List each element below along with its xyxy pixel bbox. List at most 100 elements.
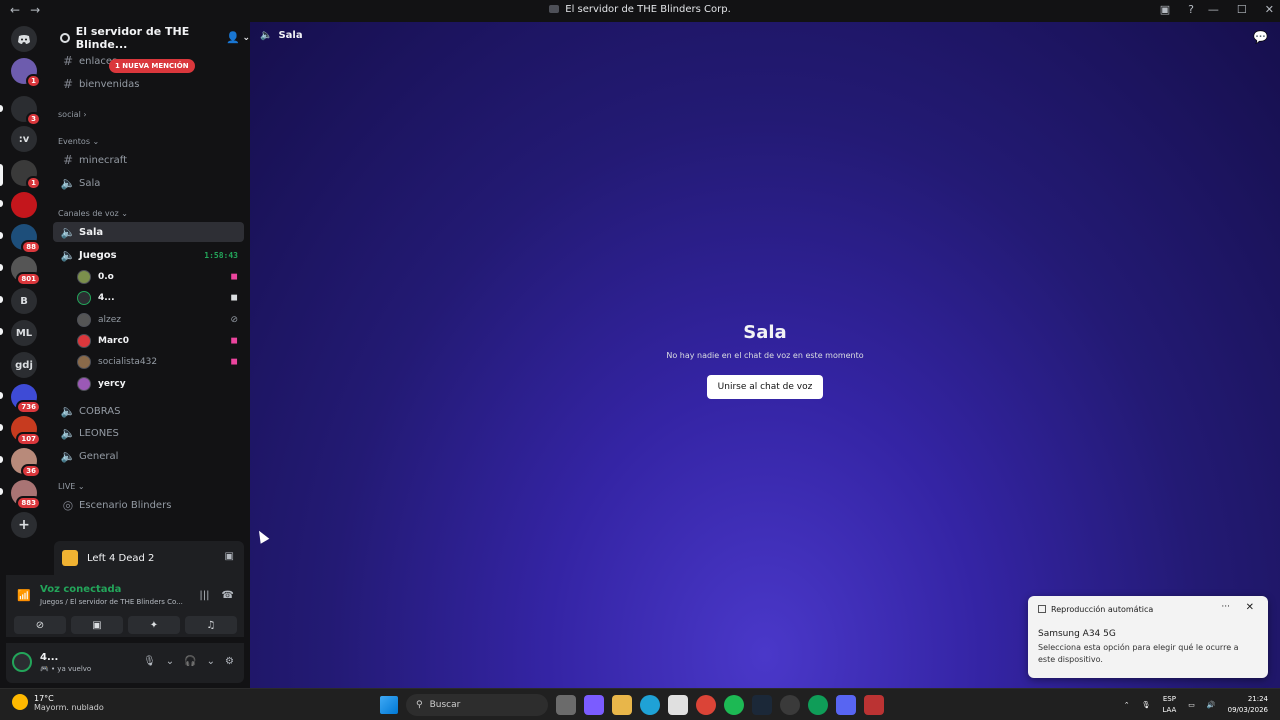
maximize-icon[interactable]: ☐ bbox=[1237, 3, 1247, 16]
speaker-icon: 🔈 bbox=[60, 449, 76, 463]
help-icon[interactable]: ? bbox=[1188, 3, 1194, 16]
github-icon[interactable] bbox=[780, 695, 800, 715]
chevron-up-icon[interactable]: ⌃ bbox=[1124, 701, 1130, 709]
inbox-icon[interactable]: ▣ bbox=[1160, 3, 1170, 16]
channel-juegos[interactable]: 🔈 Juegos 1:58:43 bbox=[53, 245, 244, 265]
voice-user[interactable]: 4... ◼ bbox=[77, 288, 244, 308]
channel-escenario-blinders[interactable]: ◎ Escenario Blinders bbox=[53, 495, 244, 515]
edge-icon[interactable] bbox=[640, 695, 660, 715]
server-icon[interactable]: 88 bbox=[11, 224, 41, 254]
speaker-icon: 🔈 bbox=[60, 176, 76, 190]
share-screen-button[interactable]: ▣ bbox=[71, 616, 123, 634]
voice-user[interactable]: socialista432 ◼ bbox=[77, 352, 244, 372]
network-icon[interactable]: ▭ bbox=[1188, 701, 1195, 709]
file-explorer-icon[interactable] bbox=[612, 695, 632, 715]
close-icon[interactable]: ✕ bbox=[1265, 3, 1274, 16]
language-indicator[interactable]: ESP LAA bbox=[1162, 694, 1176, 716]
chevron-down-icon[interactable]: ⌄ bbox=[207, 656, 215, 667]
user-status: 🎮 • ya vuelvo bbox=[40, 665, 92, 673]
left4dead-icon[interactable] bbox=[864, 695, 884, 715]
server-icon[interactable]: B bbox=[11, 288, 37, 314]
channel-cobras[interactable]: 🔈 COBRAS bbox=[53, 401, 244, 421]
server-icon[interactable]: :v bbox=[11, 126, 37, 152]
add-server-icon[interactable]: + bbox=[11, 512, 37, 538]
channel-sala[interactable]: 🔈 Sala bbox=[53, 222, 244, 242]
voice-status[interactable]: Voz conectada bbox=[40, 584, 121, 595]
chrome-icon[interactable] bbox=[696, 695, 716, 715]
discord-icon[interactable] bbox=[836, 695, 856, 715]
new-mention-pill[interactable]: 1 NUEVA MENCIÓN bbox=[109, 59, 195, 73]
channel-sala-evento[interactable]: 🔈 Sala bbox=[53, 173, 244, 193]
discord-home-icon[interactable] bbox=[11, 26, 37, 52]
server-icon[interactable]: 3 bbox=[11, 96, 41, 126]
voice-user[interactable]: alzez ⊘ bbox=[77, 310, 244, 330]
chevron-down-icon[interactable]: ⌄ bbox=[166, 656, 174, 667]
clock[interactable]: 21:24 09/03/2026 bbox=[1228, 694, 1268, 716]
weather-widget[interactable]: 17°C Mayorm. nublado bbox=[12, 694, 104, 712]
chat-icon[interactable]: 💬 bbox=[1253, 30, 1268, 44]
disconnect-icon[interactable]: ☎ bbox=[222, 590, 234, 601]
gear-icon[interactable]: ⚙ bbox=[225, 656, 234, 667]
speaker-icon: 🔈 bbox=[260, 30, 273, 41]
category-eventos[interactable]: Eventos ⌄ bbox=[58, 137, 99, 146]
title-bar: ← → El servidor de THE Blinders Corp. ▣ … bbox=[0, 0, 1280, 22]
server-icon[interactable]: 36 bbox=[11, 448, 41, 478]
copilot-icon[interactable] bbox=[584, 695, 604, 715]
server-icon[interactable]: ML bbox=[11, 320, 37, 346]
channel-header: 🔈 Sala bbox=[260, 30, 303, 41]
speaker-icon: 🔈 bbox=[60, 225, 76, 239]
windows-start-icon[interactable] bbox=[380, 696, 398, 714]
unread-pill bbox=[0, 296, 3, 303]
headphones-icon[interactable]: 🎧 bbox=[184, 656, 196, 667]
volume-icon[interactable]: 🔊 bbox=[1207, 701, 1216, 709]
task-view-icon[interactable] bbox=[556, 695, 576, 715]
mention-badge: 88 bbox=[21, 240, 41, 254]
game-activity[interactable]: Left 4 Dead 2 ▣ bbox=[54, 541, 244, 575]
server-header[interactable]: El servidor de THE Blinde... ⌄ 👤 bbox=[48, 22, 250, 54]
server-icon[interactable]: 736 bbox=[11, 384, 41, 414]
minimize-icon[interactable]: — bbox=[1208, 3, 1219, 16]
avatar[interactable] bbox=[12, 652, 32, 672]
game-controller-icon: ◼ bbox=[230, 336, 238, 346]
category-live[interactable]: LIVE ⌄ bbox=[58, 482, 85, 491]
server-icon[interactable] bbox=[11, 192, 37, 218]
channel-leones[interactable]: 🔈 LEONES bbox=[53, 423, 244, 443]
noise-suppression-icon[interactable]: ||| bbox=[199, 590, 209, 601]
server-badge-icon bbox=[60, 33, 70, 43]
search-box[interactable]: ⚲ Buscar bbox=[406, 694, 548, 716]
channel-bienvenidas[interactable]: # bienvenidas bbox=[53, 74, 244, 94]
server-icon[interactable]: 883 bbox=[11, 480, 41, 510]
camera-off-icon: ⊘ bbox=[35, 619, 45, 631]
server-icon[interactable]: gdj bbox=[11, 352, 37, 378]
server-icon[interactable]: 107 bbox=[11, 416, 41, 446]
more-options-icon[interactable]: ··· bbox=[1221, 602, 1230, 612]
activities-button[interactable]: ✦ bbox=[128, 616, 180, 634]
voice-user[interactable]: Marc0 ◼ bbox=[77, 331, 244, 351]
add-user-icon[interactable]: 👤 bbox=[226, 31, 240, 44]
voice-user[interactable]: yercy bbox=[77, 374, 244, 394]
server-icon[interactable]: 1 bbox=[11, 58, 41, 88]
soundboard-button[interactable]: ♫ bbox=[185, 616, 237, 634]
steam-icon[interactable] bbox=[752, 695, 772, 715]
voice-user[interactable]: 0.o ◼ bbox=[77, 267, 244, 287]
signal-icon[interactable]: 📶 bbox=[17, 589, 31, 602]
screen-share-icon[interactable]: ▣ bbox=[225, 551, 234, 562]
store-icon[interactable] bbox=[668, 695, 688, 715]
camera-off-button[interactable]: ⊘ bbox=[14, 616, 66, 634]
spotify-icon[interactable] bbox=[724, 695, 744, 715]
username[interactable]: 4... bbox=[40, 652, 58, 663]
channel-minecraft[interactable]: # minecraft bbox=[53, 150, 244, 170]
mention-badge: 736 bbox=[16, 400, 41, 414]
close-icon[interactable]: ✕ bbox=[1246, 602, 1254, 613]
microphone-icon[interactable]: 🎙 bbox=[143, 656, 156, 667]
category-social[interactable]: social › bbox=[58, 110, 87, 119]
chrome-icon[interactable] bbox=[808, 695, 828, 715]
server-icon[interactable]: 801 bbox=[11, 256, 41, 286]
autoplay-toast[interactable]: Reproducción automática ··· ✕ Samsung A3… bbox=[1028, 596, 1268, 678]
screen-share-icon: ▣ bbox=[92, 619, 102, 631]
category-canales-de-voz[interactable]: Canales de voz ⌄ bbox=[58, 209, 128, 218]
microphone-icon[interactable]: 🎙 bbox=[1142, 701, 1151, 709]
server-icon[interactable]: 1 bbox=[11, 160, 41, 190]
join-voice-button[interactable]: Unirse al chat de voz bbox=[706, 375, 824, 399]
channel-general[interactable]: 🔈 General bbox=[53, 446, 244, 466]
